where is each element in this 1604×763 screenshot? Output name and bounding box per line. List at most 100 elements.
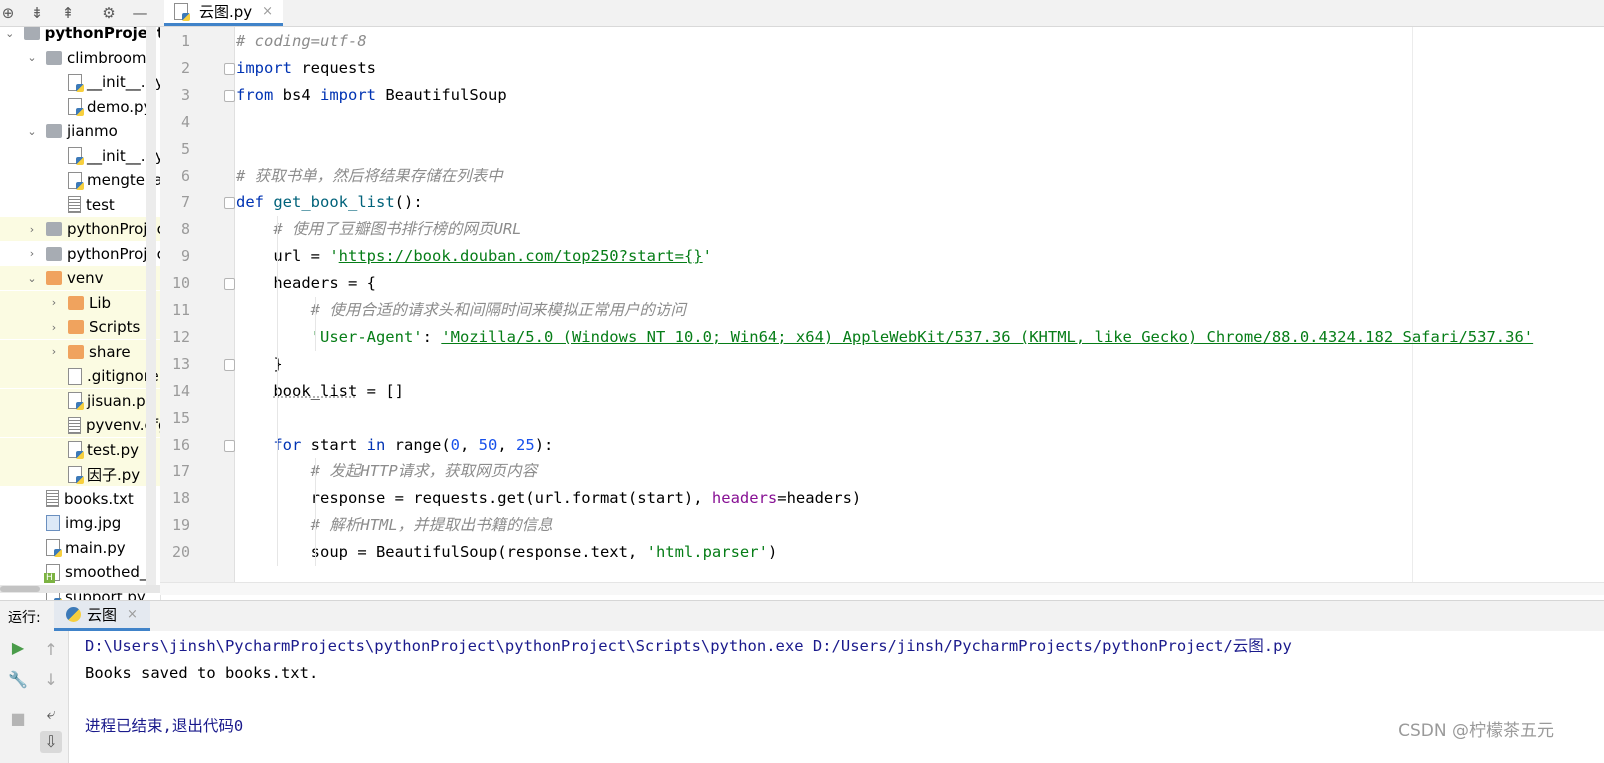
tree-item[interactable]: › pythonProject	[0, 242, 160, 266]
editor-tab[interactable]: 云图.py ×	[164, 0, 284, 26]
close-icon[interactable]: ×	[127, 607, 138, 622]
target-icon[interactable]: ⊕	[0, 3, 18, 23]
tree-item[interactable]: 因子.py	[0, 462, 160, 486]
chevron-down-icon[interactable]: ⌄	[26, 272, 38, 285]
code-line[interactable]: url = 'https://book.douban.com/top250?st…	[236, 243, 712, 270]
tree-item[interactable]: pyvenv.cfg	[0, 413, 160, 437]
arrow-up-icon[interactable]: ↑	[40, 639, 62, 661]
fold-marker-icon[interactable]	[224, 89, 235, 102]
code-line[interactable]: headers = {	[236, 270, 376, 297]
code-line[interactable]: response = requests.get(url.format(start…	[236, 485, 862, 512]
code-token: 50	[478, 435, 498, 454]
python-file-icon	[68, 73, 84, 92]
code-token: =headers)	[777, 489, 862, 508]
code-line[interactable]: # 解析HTML，并提取出书籍的信息	[236, 512, 553, 539]
soft-wrap-icon[interactable]: ⤶	[40, 703, 62, 725]
python-file-icon	[68, 465, 84, 484]
code-line[interactable]: }	[236, 351, 282, 378]
code-line[interactable]: # 使用合适的请求头和间隔时间来模拟正常用户的访问	[236, 297, 686, 324]
chevron-right-icon[interactable]: ›	[48, 345, 60, 358]
code-line[interactable]: # coding=utf-8	[236, 28, 367, 55]
tree-item[interactable]: mengteka	[0, 168, 160, 192]
tree-item-label: 因子.py	[87, 465, 141, 484]
tree-item[interactable]: .gitignore	[0, 364, 160, 388]
tree-item[interactable]: smoothed_	[0, 560, 160, 584]
tree-item[interactable]: › pythonProject	[0, 217, 160, 241]
folder-icon	[46, 124, 62, 138]
fold-marker-icon[interactable]	[224, 358, 235, 371]
tree-item[interactable]: › Scripts	[0, 315, 160, 339]
tree-item[interactable]: main.py	[0, 536, 160, 560]
console-line: Books saved to books.txt.	[85, 663, 319, 682]
close-icon[interactable]: ×	[262, 4, 273, 19]
chevron-down-icon[interactable]: ⌄	[4, 27, 16, 40]
run-tab-label: 云图	[87, 606, 118, 624]
code-token: ():	[394, 193, 423, 212]
chevron-down-icon[interactable]: ⌄	[26, 51, 38, 64]
tree-item[interactable]: ⌄ venv	[0, 266, 160, 290]
chevron-right-icon[interactable]: ›	[48, 321, 60, 334]
chevron-right-icon[interactable]: ›	[48, 296, 60, 309]
code-line[interactable]: soup = BeautifulSoup(response.text, 'htm…	[236, 539, 778, 566]
tree-item[interactable]: test	[0, 193, 160, 217]
code-line[interactable]: from bs4 import BeautifulSoup	[236, 82, 507, 109]
tree-item[interactable]: demo.py	[0, 95, 160, 119]
tree-item[interactable]: __init__.py	[0, 144, 160, 168]
wrench-icon[interactable]: 🔧	[7, 669, 29, 691]
code-line[interactable]: # 发起HTTP请求，获取网页内容	[236, 458, 538, 485]
rerun-icon[interactable]: ▶	[7, 637, 29, 659]
tree-item[interactable]: › Lib	[0, 290, 160, 315]
indent-guide	[277, 216, 278, 566]
tree-item[interactable]: › share	[0, 339, 160, 364]
chevron-right-icon[interactable]: ›	[26, 247, 38, 260]
code-editor[interactable]: 1 2 3 4 5 6 7 8 9 10 11 12 13 14 15 16 17 18 19 20 # coding…	[160, 27, 1604, 582]
text-file-icon	[68, 416, 81, 434]
python-file-icon	[174, 3, 190, 21]
folder-icon	[68, 295, 84, 310]
fold-marker-icon[interactable]	[224, 62, 235, 75]
code-token: def	[236, 193, 264, 212]
code-line[interactable]: import requests	[236, 55, 376, 82]
expand-all-icon[interactable]: ⇟	[27, 3, 47, 23]
tree-item[interactable]: jisuan.py	[0, 388, 160, 413]
code-token: :	[422, 327, 442, 346]
code-token: # 解析HTML，并提取出书籍的信息	[310, 516, 553, 535]
chevron-down-icon[interactable]: ⌄	[26, 125, 38, 138]
tree-item[interactable]: ⌄ climbroom	[0, 46, 160, 70]
tree-item-label: smoothed_	[65, 563, 148, 581]
console-output[interactable]: D:\Users\jinsh\PycharmProjects\pythonPro…	[69, 631, 1604, 763]
code-line[interactable]: # 获取书单，然后将结果存储在列表中	[236, 163, 503, 190]
tree-item[interactable]: test.py	[0, 437, 160, 462]
code-line[interactable]: 'User-Agent': 'Mozilla/5.0 (Windows NT 1…	[236, 324, 1533, 351]
tree-item[interactable]: ⌄ pythonProject	[0, 27, 160, 45]
tree-item[interactable]: __init__.py	[0, 70, 160, 94]
tree-vertical-scrollbar[interactable]	[146, 27, 156, 587]
arrow-down-icon[interactable]: ↓	[40, 669, 62, 691]
stop-icon[interactable]: ■	[7, 708, 29, 730]
run-tab[interactable]: 云图 ×	[54, 601, 150, 631]
gear-icon[interactable]: ⚙	[99, 3, 119, 23]
line-number: 12	[171, 327, 190, 346]
line-number: 20	[171, 543, 190, 562]
fold-marker-icon[interactable]	[224, 197, 235, 210]
scroll-to-end-icon[interactable]: ⇩	[40, 731, 62, 753]
code-token: start	[301, 435, 367, 454]
code-line[interactable]: # 使用了豆瓣图书排行榜的网页URL	[236, 216, 521, 243]
collapse-all-icon[interactable]: ⇞	[58, 3, 78, 23]
tree-item[interactable]: books.txt	[0, 487, 160, 511]
minimize-icon[interactable]: —	[130, 3, 150, 23]
editor-horizontal-scrollbar[interactable]	[160, 582, 1604, 595]
chevron-right-icon[interactable]: ›	[26, 223, 38, 236]
tree-item-label: climbroom	[67, 48, 147, 67]
tree-item[interactable]: ⌄ jianmo	[0, 119, 160, 143]
tree-horizontal-scrollbar[interactable]	[0, 585, 160, 593]
line-number-gutter: 1 2 3 4 5 6 7 8 9 10 11 12 13 14 15 16 17 18 19 20	[160, 27, 235, 582]
fold-marker-icon[interactable]	[224, 439, 235, 452]
code-line[interactable]: for start in range(0, 50, 25):	[236, 432, 553, 459]
code-line[interactable]: def get_book_list():	[236, 189, 423, 216]
code-line[interactable]: book_list = []	[236, 378, 404, 405]
fold-marker-icon[interactable]	[224, 278, 235, 291]
tree-item[interactable]: img.jpg	[0, 511, 160, 535]
scrollbar-thumb[interactable]	[0, 586, 40, 592]
